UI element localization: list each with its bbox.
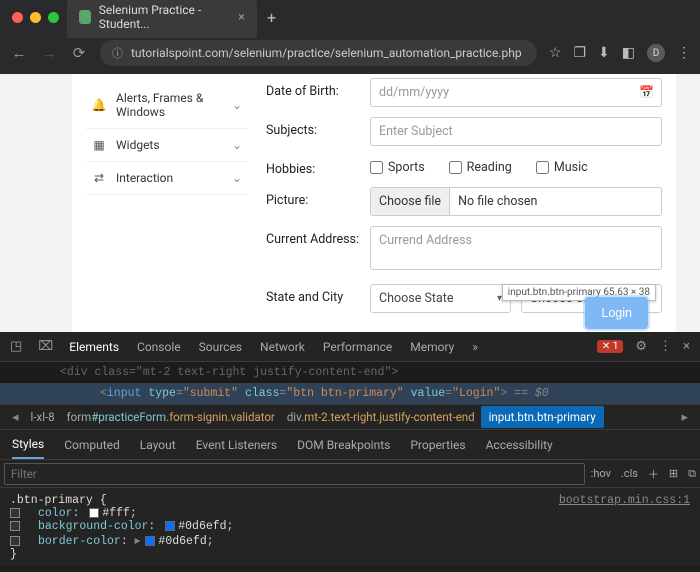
crumb-form[interactable]: form#practiceForm.form-signin.validator xyxy=(61,410,281,424)
css-close-brace: } xyxy=(10,548,690,561)
css-prop-color[interactable]: color: #fff; xyxy=(10,507,690,520)
close-devtools-icon[interactable]: × xyxy=(683,339,690,354)
sidebar-item-widgets[interactable]: ▦Widgets ⌄ xyxy=(86,129,248,162)
grid-icon: ▦ xyxy=(92,138,106,152)
devtools-tab-performance[interactable]: Performance xyxy=(323,340,392,354)
error-badge[interactable]: ✕ 1 xyxy=(597,340,623,353)
devtools-tab-memory[interactable]: Memory xyxy=(410,340,454,354)
crumb-0[interactable]: l-xl-8 xyxy=(25,410,61,424)
css-rule-pane: bootstrap.min.css:1 .btn-primary { color… xyxy=(0,488,700,567)
devtools-tab-sources[interactable]: Sources xyxy=(199,340,242,354)
devtools-tab-console[interactable]: Console xyxy=(137,340,181,354)
styles-tab-a11y[interactable]: Accessibility xyxy=(486,438,553,452)
new-rule-icon[interactable]: ＋ xyxy=(648,466,659,482)
close-window-icon[interactable] xyxy=(12,12,23,23)
elements-line-parent[interactable]: <div class="mt-2 text-right justify-cont… xyxy=(0,362,700,383)
css-prop-border[interactable]: border-color: ▸#0d6efd; xyxy=(10,533,690,548)
profile-avatar[interactable]: D xyxy=(647,44,665,62)
dob-label: Date of Birth: xyxy=(266,78,370,99)
address-textarea[interactable] xyxy=(370,226,662,270)
maximize-window-icon[interactable] xyxy=(48,12,59,23)
sidebar-item-alerts[interactable]: 🔔Alerts, Frames & Windows ⌄ xyxy=(86,82,248,129)
breadcrumb-trail: ◂ l-xl-8 form#practiceForm.form-signin.v… xyxy=(0,404,700,430)
inspect-icon[interactable]: ◳ xyxy=(10,339,22,354)
browser-chrome: Selenium Practice - Student... × + ← → ⟳… xyxy=(0,0,700,74)
picture-label: Picture: xyxy=(266,187,370,208)
sidebar-item-interaction[interactable]: ⇄Interaction ⌄ xyxy=(86,162,248,195)
settings-icon[interactable]: ⚙ xyxy=(635,339,647,354)
elements-line-selected[interactable]: <input type="submit" class="btn btn-prim… xyxy=(0,383,700,404)
styles-tab-styles[interactable]: Styles xyxy=(12,437,44,459)
crumb-right-icon[interactable]: ▸ xyxy=(675,410,694,425)
panel-icon[interactable]: ◧ xyxy=(622,45,635,61)
sidebar: 🔔Alerts, Frames & Windows ⌄ ▦Widgets ⌄ ⇄… xyxy=(86,74,248,323)
devtools-tab-elements[interactable]: Elements xyxy=(69,340,119,354)
browser-menu-icon[interactable]: ⋮ xyxy=(677,45,690,61)
css-prop-bg[interactable]: background-color: #0d6efd; xyxy=(10,520,690,533)
picture-file-input[interactable]: Choose file No file chosen xyxy=(370,187,662,216)
device-toggle-icon[interactable]: ⌧ xyxy=(38,339,53,354)
crumb-left-icon[interactable]: ◂ xyxy=(6,410,25,425)
statecity-label: State and City xyxy=(266,284,370,305)
tab-title: Selenium Practice - Student... xyxy=(99,3,230,31)
crumb-div[interactable]: div.mt-2.text-right.justify-content-end xyxy=(281,410,481,424)
new-tab-button[interactable]: + xyxy=(257,8,286,27)
styles-filter-input[interactable] xyxy=(4,463,585,485)
computed-icon[interactable]: ⧉ xyxy=(688,467,696,481)
cls-toggle[interactable]: .cls xyxy=(621,467,638,480)
address-label: Current Address: xyxy=(266,226,370,247)
minimize-window-icon[interactable] xyxy=(30,12,41,23)
address-bar[interactable]: ⓘ tutorialspoint.com/selenium/practice/s… xyxy=(100,40,537,66)
file-status-text: No file chosen xyxy=(450,188,545,215)
choose-file-button[interactable]: Choose file xyxy=(371,188,450,215)
window-controls[interactable] xyxy=(8,12,67,23)
close-tab-icon[interactable]: × xyxy=(238,10,245,25)
browser-tab[interactable]: Selenium Practice - Student... × xyxy=(67,0,257,38)
crumb-input[interactable]: input.btn.btn-primary xyxy=(481,406,604,428)
hobby-reading[interactable]: Reading xyxy=(449,160,512,175)
chevron-down-icon: ⌄ xyxy=(232,171,242,185)
hobby-sports[interactable]: Sports xyxy=(370,160,425,175)
bell-icon: 🔔 xyxy=(92,98,106,112)
chevron-down-icon: ⌄ xyxy=(232,98,242,112)
favicon-icon xyxy=(79,10,91,24)
subjects-label: Subjects: xyxy=(266,117,370,138)
download-icon[interactable]: ⬇ xyxy=(598,45,610,61)
calendar-icon[interactable]: 📅 xyxy=(639,85,654,99)
url-text: tutorialspoint.com/selenium/practice/sel… xyxy=(131,46,522,60)
forward-button[interactable]: → xyxy=(40,44,58,62)
practice-form: Date of Birth: 📅 Subjects: Hobbies: Spor… xyxy=(266,74,662,323)
extensions-icon[interactable]: ❐ xyxy=(573,45,586,61)
dob-input[interactable] xyxy=(370,78,662,107)
styles-tab-props[interactable]: Properties xyxy=(410,438,465,452)
devtools-menu-icon[interactable]: ⋮ xyxy=(659,339,671,354)
styles-tab-listeners[interactable]: Event Listeners xyxy=(196,438,277,452)
hobby-music[interactable]: Music xyxy=(536,160,588,175)
css-source-link[interactable]: bootstrap.min.css:1 xyxy=(559,494,690,507)
devtools-tab-network[interactable]: Network xyxy=(260,340,305,354)
chevron-down-icon: ⌄ xyxy=(232,138,242,152)
hobbies-label: Hobbies: xyxy=(266,156,370,177)
state-select[interactable]: Choose State▾ xyxy=(370,284,511,313)
styles-tabs: Styles Computed Layout Event Listeners D… xyxy=(0,430,700,460)
subjects-input[interactable] xyxy=(370,117,662,146)
reload-button[interactable]: ⟳ xyxy=(70,44,88,62)
page-viewport: 🔔Alerts, Frames & Windows ⌄ ▦Widgets ⌄ ⇄… xyxy=(0,74,700,332)
login-button[interactable]: Login xyxy=(585,297,648,329)
flex-icon[interactable]: ⊞ xyxy=(669,467,678,480)
styles-tab-computed[interactable]: Computed xyxy=(64,438,120,452)
devtools-panel: ◳ ⌧ Elements Console Sources Network Per… xyxy=(0,332,700,566)
site-info-icon[interactable]: ⓘ xyxy=(112,45,123,61)
devtools-tabs: Elements Console Sources Network Perform… xyxy=(69,340,478,354)
styles-tab-dombp[interactable]: DOM Breakpoints xyxy=(297,438,390,452)
bookmark-icon[interactable]: ☆ xyxy=(549,45,562,61)
styles-tab-layout[interactable]: Layout xyxy=(140,438,176,452)
hov-toggle[interactable]: :hov xyxy=(591,467,611,480)
more-tabs-icon[interactable]: » xyxy=(472,340,478,354)
back-button[interactable]: ← xyxy=(10,44,28,62)
swap-icon: ⇄ xyxy=(92,171,106,185)
